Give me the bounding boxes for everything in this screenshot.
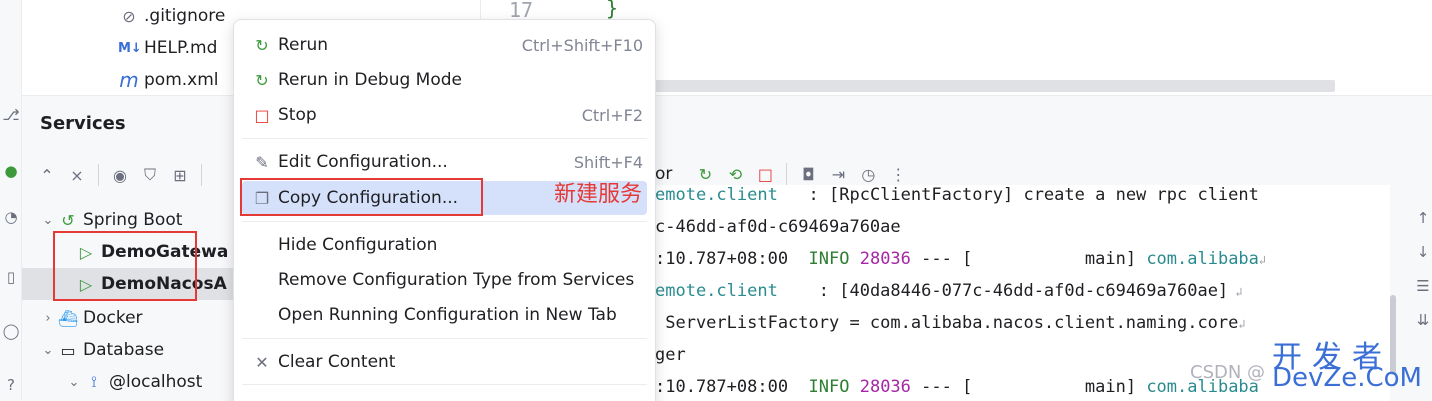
file-item-pom-xml[interactable]: m pom.xml	[118, 64, 219, 96]
rerun-icon: ↻	[255, 35, 269, 55]
console-tab-label[interactable]: or	[655, 164, 672, 184]
menu-separator	[242, 221, 647, 222]
menu-item-edit-configuration[interactable]: ✎ Edit Configuration... Shift+F4	[242, 145, 647, 179]
chevron-down-icon[interactable]: ⌄	[66, 375, 82, 390]
services-title: Services	[40, 113, 126, 134]
menu-item-stop[interactable]: □ Stop Ctrl+F2	[242, 98, 647, 132]
collapse-all-icon[interactable]: ⨯	[62, 160, 92, 190]
tree-node-localhost[interactable]: ⌄ ⟟ @localhost	[22, 366, 237, 398]
toolbar-separator	[98, 164, 99, 186]
rerun-debug-icon: ↻	[255, 70, 269, 90]
menu-item-rerun-debug[interactable]: ↻ Rerun in Debug Mode	[242, 63, 647, 97]
shortcut: Ctrl+Shift+F10	[521, 35, 643, 55]
menu-item-hide-configuration[interactable]: Hide Configuration	[242, 228, 647, 262]
soft-wrap-icon: ↲	[1238, 317, 1246, 331]
services-tool-icon[interactable]: ●	[2, 160, 20, 182]
console-line: :10.787+08:00 INFO 28036 --- [ main] com…	[655, 377, 1259, 397]
watermark-csdn: CSDN @	[1190, 362, 1266, 383]
spring-boot-icon: ↺	[61, 210, 75, 230]
toolbar-separator	[201, 164, 202, 186]
file-item-help-md[interactable]: M↓ HELP.md	[118, 32, 217, 64]
maven-icon: m	[119, 68, 139, 92]
file-item-gitignore[interactable]: ⊘ .gitignore	[118, 0, 225, 32]
console-line: emote.client : [40da8446-077c-46dd-af0d-…	[655, 281, 1243, 301]
chevron-down-icon[interactable]: ⌄	[40, 213, 56, 228]
file-name: .gitignore	[144, 6, 226, 26]
toolbar-separator	[786, 163, 788, 185]
shortcut: Ctrl+F2	[581, 105, 643, 125]
tree-node-database[interactable]: ⌄ ▭ Database	[22, 334, 237, 366]
terminal-tool-icon[interactable]: ▯	[2, 266, 20, 288]
menu-item-remove-configuration-type[interactable]: Remove Configuration Type from Services	[242, 263, 647, 297]
clear-icon: ✕	[255, 352, 269, 372]
console-line: ServerListFactory = com.alibaba.nacos.cl…	[655, 313, 1246, 333]
debug-tool-icon[interactable]: ◔	[2, 206, 20, 228]
edit-icon: ✎	[255, 152, 269, 172]
annotation-box-configurations	[53, 231, 197, 301]
menu-item-open-running-config[interactable]: Open Running Configuration in New Tab	[242, 298, 647, 332]
tree-node-label: Docker	[83, 308, 143, 328]
soft-wrap-icon: ↲	[1258, 253, 1267, 267]
console-line: :10.787+08:00 INFO 28036 --- [ main] com…	[655, 249, 1267, 269]
tree-node-label: Spring Boot	[83, 210, 183, 230]
scroll-up-icon[interactable]: ↑	[1414, 209, 1432, 227]
commit-icon[interactable]: ⎇	[2, 104, 20, 126]
menu-item-clear-content[interactable]: ✕ Clear Content	[242, 345, 647, 379]
file-name: pom.xml	[144, 70, 219, 90]
chevron-down-icon[interactable]: ⌄	[40, 343, 56, 358]
tree-node-label: Database	[83, 340, 165, 360]
tree-node-docker[interactable]: › ⛴ Docker	[22, 302, 237, 334]
console-line: emote.client : [RpcClientFactory] create…	[655, 185, 1259, 205]
markdown-icon: M↓	[118, 40, 142, 56]
tree-node-label: @localhost	[109, 372, 203, 392]
watermark-en: DevZe.CoM	[1272, 363, 1422, 393]
datasource-icon: ⟟	[91, 372, 97, 391]
ide-window: ⎇ ● ◔ ▯ ◯ ? ⊘ .gitignore M↓ HELP.md m po…	[0, 0, 1432, 401]
folder-icon: ▭	[60, 340, 76, 360]
ignore-icon: ⊘	[122, 6, 136, 26]
docker-icon: ⛴	[57, 308, 79, 328]
stop-icon: □	[254, 105, 270, 125]
left-tool-strip: ⎇ ● ◔ ▯ ◯ ?	[0, 0, 22, 401]
new-tab-icon[interactable]: ⊞	[165, 160, 195, 190]
soft-wrap-icon: ↲	[1228, 285, 1243, 299]
scroll-to-end-icon[interactable]: ⇊	[1414, 311, 1432, 329]
console-line: ger	[655, 345, 686, 365]
menu-item-rerun[interactable]: ↻ Rerun Ctrl+Shift+F10	[242, 28, 647, 62]
soft-wrap-toggle-icon[interactable]: ☰	[1414, 277, 1432, 295]
filter-icon[interactable]: ⛉	[135, 160, 165, 190]
menu-separator	[242, 138, 647, 139]
editor-horizontal-scrollbar[interactable]	[655, 80, 1335, 92]
code-line: }	[606, 0, 619, 20]
services-toolbar: ⌃ ⨯ ◉ ⛉ ⊞	[32, 160, 208, 190]
annotation-note: 新建服务	[554, 182, 643, 207]
chevron-right-icon[interactable]: ›	[40, 311, 56, 326]
menu-separator	[242, 338, 647, 339]
menu-separator	[242, 384, 647, 385]
git-tool-icon[interactable]: ?	[2, 374, 20, 396]
annotation-box-copy-configuration	[240, 178, 483, 216]
show-eye-icon[interactable]: ◉	[105, 160, 135, 190]
scroll-down-icon[interactable]: ↓	[1414, 243, 1432, 261]
shortcut: Shift+F4	[573, 152, 643, 172]
file-name: HELP.md	[144, 38, 218, 58]
expand-all-icon[interactable]: ⌃	[32, 160, 62, 190]
problems-tool-icon[interactable]: ◯	[2, 320, 20, 342]
console-line: c-46dd-af0d-c69469a760ae	[655, 217, 901, 237]
